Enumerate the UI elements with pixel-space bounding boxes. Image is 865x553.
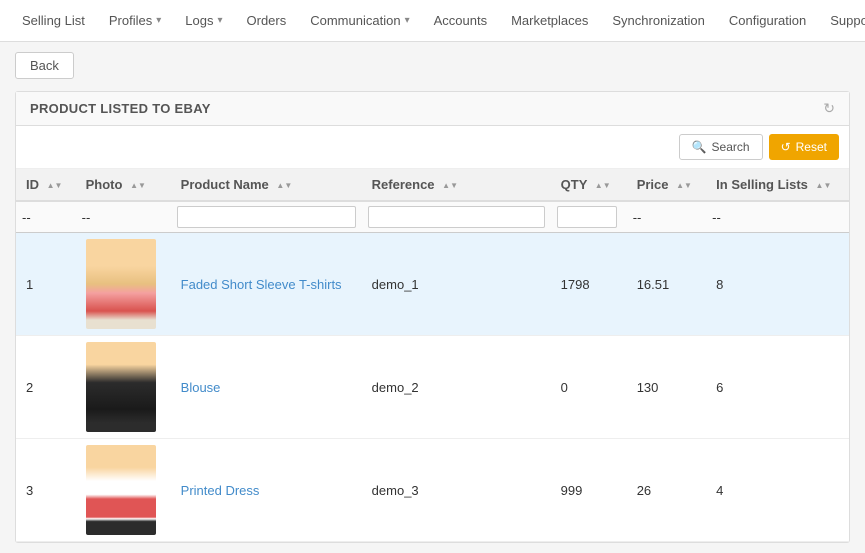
main-content: Back PRODUCT LISTED TO EBAY ↻ 🔍 Search ↺… — [0, 42, 865, 553]
logs-dropdown-caret: ▾ — [217, 15, 222, 26]
table-row: 2 Blouse demo_2 0 130 6 — [16, 336, 849, 439]
nav-accounts[interactable]: Accounts — [422, 0, 499, 42]
col-header-product-name: Product Name ▲▼ — [171, 169, 362, 201]
table-row: 1 Faded Short Sleeve T-shirts demo_1 179… — [16, 233, 849, 336]
top-navigation: Selling List Profiles ▾ Logs ▾ Orders Co… — [0, 0, 865, 42]
nav-orders[interactable]: Orders — [235, 0, 299, 42]
product-image — [86, 342, 156, 432]
price-sort-icons[interactable]: ▲▼ — [676, 182, 692, 190]
profiles-dropdown-caret: ▾ — [156, 15, 161, 26]
filter-in-selling-lists-cell: -- — [706, 201, 849, 233]
in-selling-lists-sort-icons[interactable]: ▲▼ — [816, 182, 832, 190]
filter-row: -- -- -- — [16, 201, 849, 233]
photo-sort-icons[interactable]: ▲▼ — [130, 182, 146, 190]
cell-reference: demo_1 — [362, 233, 551, 336]
col-header-id: ID ▲▼ — [16, 169, 76, 201]
panel-header: PRODUCT LISTED TO EBAY ↻ — [16, 92, 849, 126]
col-header-qty: QTY ▲▼ — [551, 169, 627, 201]
cell-in-selling-lists: 4 — [706, 439, 849, 542]
filter-qty-input[interactable] — [557, 206, 617, 228]
cell-price: 26 — [627, 439, 706, 542]
cell-qty: 999 — [551, 439, 627, 542]
product-name-sort-icons[interactable]: ▲▼ — [276, 182, 292, 190]
filter-in-selling-lists-placeholder: -- — [712, 210, 721, 225]
col-header-price: Price ▲▼ — [627, 169, 706, 201]
search-button[interactable]: 🔍 Search — [679, 134, 763, 160]
reference-sort-icons[interactable]: ▲▼ — [442, 182, 458, 190]
filter-product-name-input[interactable] — [177, 206, 356, 228]
product-image — [86, 239, 156, 329]
cell-price: 130 — [627, 336, 706, 439]
cell-in-selling-lists: 6 — [706, 336, 849, 439]
nav-support[interactable]: Support — [818, 0, 865, 42]
filter-qty-cell — [551, 201, 627, 233]
cell-product-name: Blouse — [171, 336, 362, 439]
product-name-link[interactable]: Printed Dress — [181, 483, 260, 498]
nav-logs[interactable]: Logs ▾ — [173, 0, 234, 42]
cell-reference: demo_3 — [362, 439, 551, 542]
back-button[interactable]: Back — [15, 52, 74, 79]
search-icon: 🔍 — [692, 140, 707, 154]
filter-photo-placeholder: -- — [82, 210, 91, 225]
cell-qty: 1798 — [551, 233, 627, 336]
product-image — [86, 445, 156, 535]
cell-photo — [76, 336, 171, 439]
cell-product-name: Printed Dress — [171, 439, 362, 542]
toolbar: 🔍 Search ↺ Reset — [16, 126, 849, 169]
product-panel: PRODUCT LISTED TO EBAY ↻ 🔍 Search ↺ Rese… — [15, 91, 850, 543]
cell-price: 16.51 — [627, 233, 706, 336]
cell-id: 3 — [16, 439, 76, 542]
product-name-link[interactable]: Faded Short Sleeve T-shirts — [181, 277, 342, 292]
nav-items-left: Selling List Profiles ▾ Logs ▾ Orders Co… — [10, 0, 818, 42]
nav-right: Support — [818, 0, 865, 42]
reset-icon: ↺ — [781, 140, 791, 154]
nav-marketplaces[interactable]: Marketplaces — [499, 0, 600, 42]
reset-button[interactable]: ↺ Reset — [769, 134, 839, 160]
filter-photo-cell: -- — [76, 201, 171, 233]
cell-id: 1 — [16, 233, 76, 336]
cell-reference: demo_2 — [362, 336, 551, 439]
table-row: 3 Printed Dress demo_3 999 26 4 — [16, 439, 849, 542]
filter-price-placeholder: -- — [633, 210, 642, 225]
table-header-row: ID ▲▼ Photo ▲▼ Product Name ▲▼ Reference… — [16, 169, 849, 201]
filter-reference-cell — [362, 201, 551, 233]
nav-configuration[interactable]: Configuration — [717, 0, 818, 42]
nav-synchronization[interactable]: Synchronization — [600, 0, 717, 42]
filter-id-placeholder: -- — [22, 210, 31, 225]
panel-title: PRODUCT LISTED TO EBAY — [30, 101, 211, 116]
cell-in-selling-lists: 8 — [706, 233, 849, 336]
communication-dropdown-caret: ▾ — [405, 15, 410, 26]
qty-sort-icons[interactable]: ▲▼ — [595, 182, 611, 190]
nav-communication[interactable]: Communication ▾ — [298, 0, 421, 42]
col-header-in-selling-lists: In Selling Lists ▲▼ — [706, 169, 849, 201]
filter-product-name-cell — [171, 201, 362, 233]
cell-qty: 0 — [551, 336, 627, 439]
nav-selling-list[interactable]: Selling List — [10, 0, 97, 42]
cell-product-name: Faded Short Sleeve T-shirts — [171, 233, 362, 336]
refresh-icon[interactable]: ↻ — [823, 100, 835, 117]
cell-id: 2 — [16, 336, 76, 439]
product-name-link[interactable]: Blouse — [181, 380, 221, 395]
filter-id-cell: -- — [16, 201, 76, 233]
cell-photo — [76, 439, 171, 542]
nav-profiles[interactable]: Profiles ▾ — [97, 0, 173, 42]
cell-photo — [76, 233, 171, 336]
col-header-reference: Reference ▲▼ — [362, 169, 551, 201]
filter-reference-input[interactable] — [368, 206, 545, 228]
id-sort-icons[interactable]: ▲▼ — [47, 182, 63, 190]
filter-price-cell: -- — [627, 201, 706, 233]
col-header-photo: Photo ▲▼ — [76, 169, 171, 201]
table-body: 1 Faded Short Sleeve T-shirts demo_1 179… — [16, 233, 849, 542]
products-table: ID ▲▼ Photo ▲▼ Product Name ▲▼ Reference… — [16, 169, 849, 542]
